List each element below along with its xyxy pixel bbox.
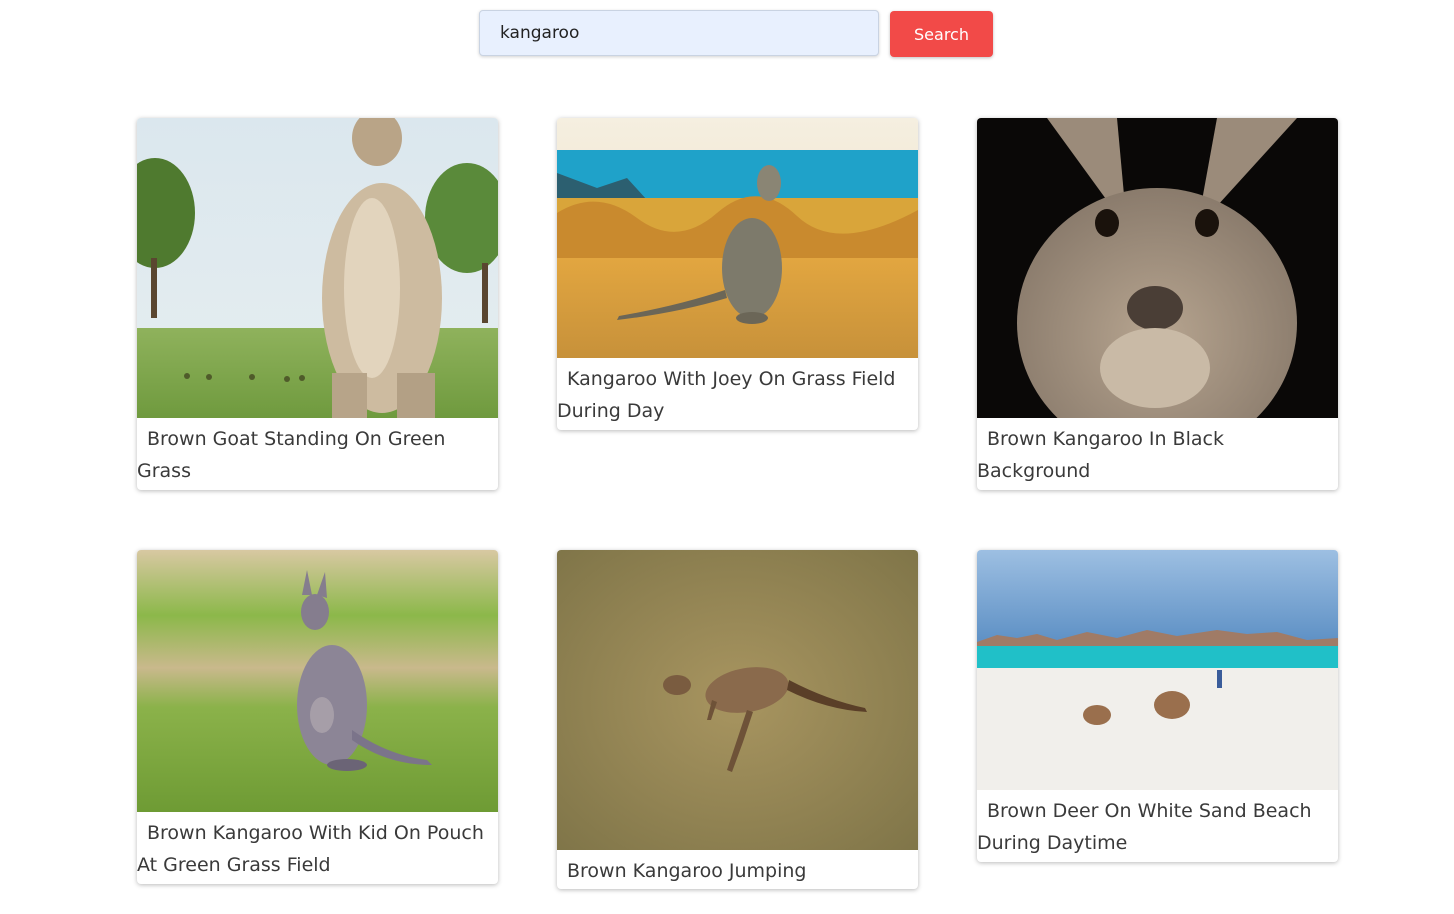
result-image[interactable] <box>137 118 498 418</box>
result-image[interactable] <box>137 550 498 812</box>
result-card[interactable]: Brown Kangaroo Jumping <box>557 550 918 889</box>
result-card[interactable]: Brown Kangaroo In Black Background <box>977 118 1338 490</box>
result-title[interactable]: Kangaroo With Joey On Grass Field During… <box>557 358 918 427</box>
result-image[interactable] <box>977 550 1338 790</box>
result-title[interactable]: Brown Goat Standing On Green Grass <box>137 418 498 487</box>
result-title[interactable]: Brown Deer On White Sand Beach During Da… <box>977 790 1338 859</box>
result-card[interactable]: Kangaroo With Joey On Grass Field During… <box>557 118 918 430</box>
result-title[interactable]: Brown Kangaroo With Kid On Pouch At Gree… <box>137 812 498 881</box>
search-input[interactable] <box>479 10 879 56</box>
result-card[interactable]: Brown Kangaroo With Kid On Pouch At Gree… <box>137 550 498 884</box>
search-bar: Search <box>0 0 1454 70</box>
result-card[interactable]: Brown Deer On White Sand Beach During Da… <box>977 550 1338 862</box>
result-image[interactable] <box>557 550 918 850</box>
search-button[interactable]: Search <box>890 11 993 57</box>
result-title[interactable]: Brown Kangaroo Jumping <box>557 850 918 887</box>
result-image[interactable] <box>977 118 1338 418</box>
result-card[interactable]: Brown Goat Standing On Green Grass <box>137 118 498 490</box>
result-image[interactable] <box>557 118 918 358</box>
result-title[interactable]: Brown Kangaroo In Black Background <box>977 418 1338 487</box>
